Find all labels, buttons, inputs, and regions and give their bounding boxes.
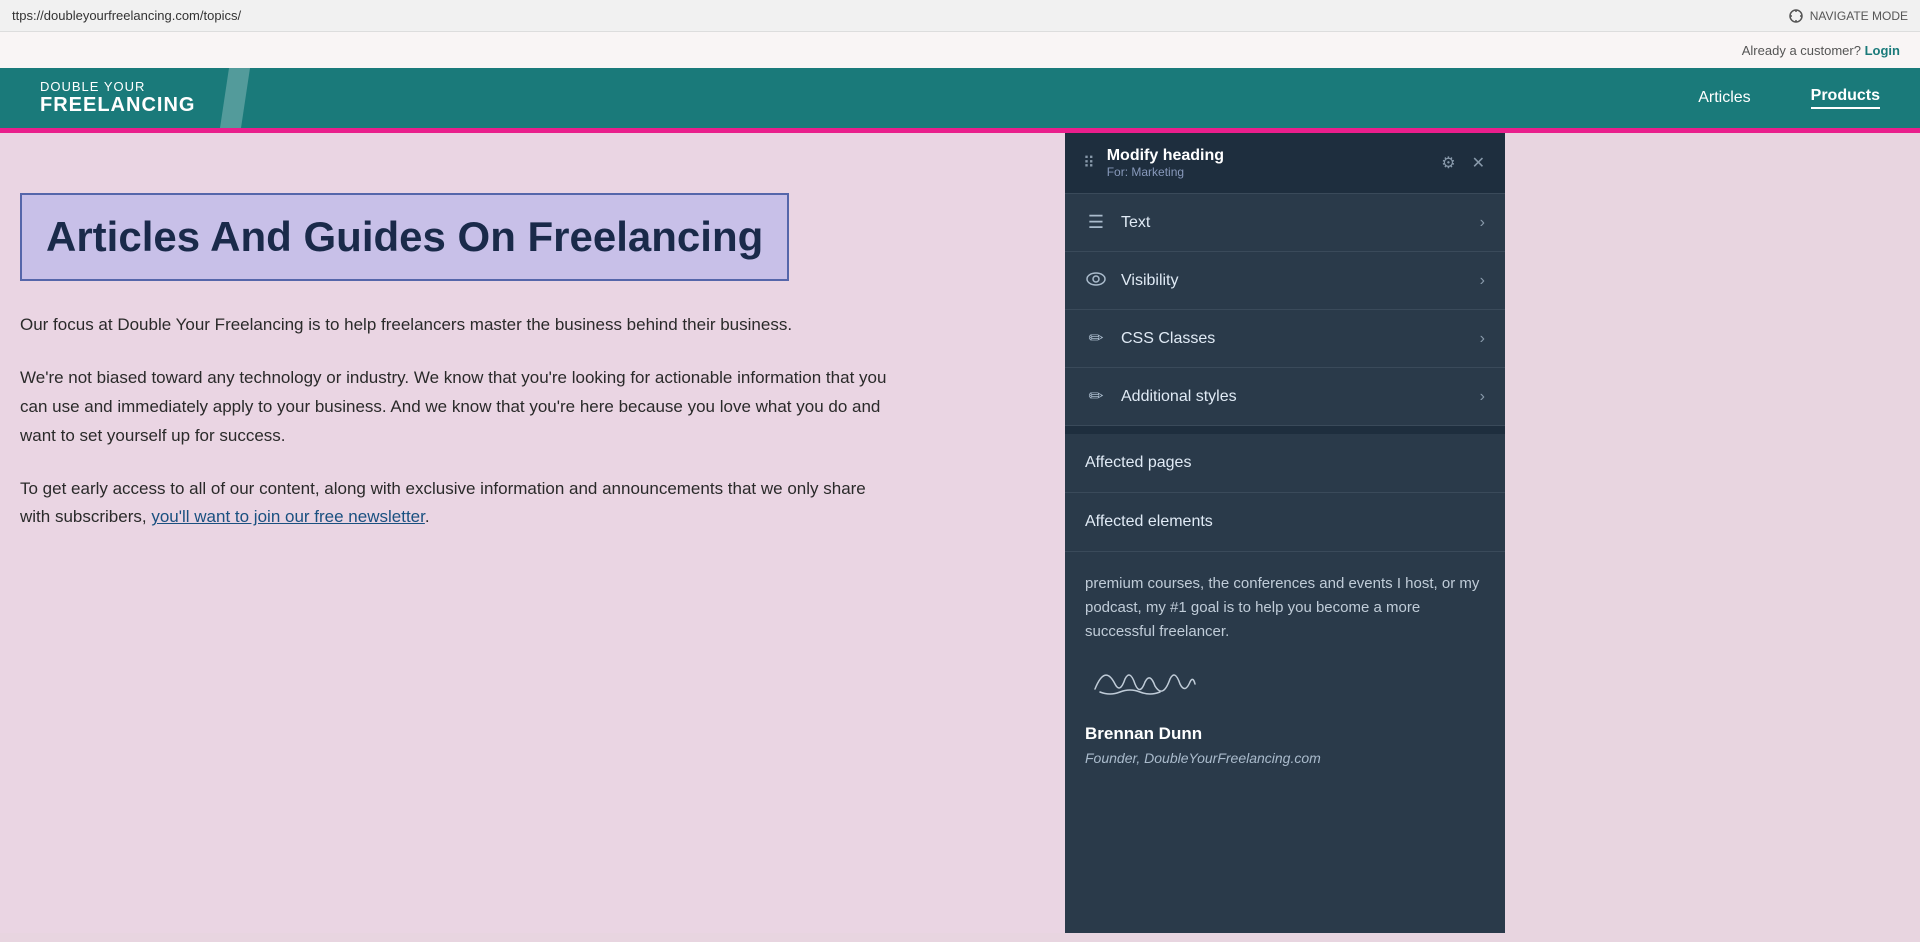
site-logo[interactable]: DOUBLE YOUR FREELANCING	[40, 79, 195, 117]
site-navigation: Articles Products	[1698, 87, 1880, 109]
content-para-1: Our focus at Double Your Freelancing is …	[20, 311, 890, 340]
customer-bar-text: Already a customer?	[1742, 43, 1861, 58]
panel-header: ⠿ Modify heading For: Marketing ⚙ ✕	[1065, 133, 1505, 194]
nav-articles[interactable]: Articles	[1698, 89, 1750, 107]
navigate-mode-label: NAVIGATE MODE	[1810, 9, 1908, 23]
menu-item-additional-styles[interactable]: ✏ Additional styles ›	[1065, 368, 1505, 426]
panel-title-group: Modify heading For: Marketing	[1107, 147, 1428, 179]
css-classes-menu-label: CSS Classes	[1121, 330, 1215, 348]
login-link[interactable]: Login	[1865, 43, 1900, 58]
additional-styles-menu-label: Additional styles	[1121, 388, 1237, 406]
panel-lower-text: premium courses, the conferences and eve…	[1085, 572, 1485, 644]
content-para-3: To get early access to all of our conten…	[20, 475, 890, 533]
panel-title: Modify heading	[1107, 147, 1428, 165]
affected-elements-label: Affected elements	[1085, 513, 1213, 531]
affected-pages-item[interactable]: Affected pages	[1065, 434, 1505, 493]
menu-item-text[interactable]: ☰ Text ›	[1065, 194, 1505, 252]
affected-elements-item[interactable]: Affected elements	[1065, 493, 1505, 552]
panel-lower-content: premium courses, the conferences and eve…	[1065, 552, 1505, 790]
nav-products[interactable]: Products	[1811, 87, 1880, 109]
text-menu-icon: ☰	[1085, 212, 1107, 233]
text-menu-label: Text	[1121, 214, 1150, 232]
menu-item-css-classes[interactable]: ✏ CSS Classes ›	[1065, 310, 1505, 368]
css-classes-menu-icon: ✏	[1085, 328, 1107, 349]
url-display: ttps://doubleyourfreelancing.com/topics/	[12, 8, 241, 23]
additional-styles-menu-arrow: ›	[1480, 388, 1485, 406]
additional-styles-menu-icon: ✏	[1085, 386, 1107, 407]
panel-divider	[1065, 426, 1505, 434]
content-para-3-after: .	[425, 507, 430, 526]
content-para-3-before: To get early access to all of our conten…	[20, 479, 866, 527]
signature-image	[1085, 654, 1205, 704]
visibility-menu-arrow: ›	[1480, 272, 1485, 290]
panel-subtitle: For: Marketing	[1107, 165, 1428, 179]
modify-heading-panel: ⠿ Modify heading For: Marketing ⚙ ✕ ☰ Te…	[1065, 133, 1505, 933]
logo-top-line: DOUBLE YOUR	[40, 79, 195, 94]
affected-pages-label: Affected pages	[1085, 454, 1191, 472]
menu-item-visibility[interactable]: Visibility ›	[1065, 252, 1505, 310]
page-heading: Articles And Guides On Freelancing	[20, 193, 789, 281]
visibility-menu-icon	[1085, 270, 1107, 291]
content-para-2: We're not biased toward any technology o…	[20, 364, 890, 451]
logo-bottom-line: FREELANCING	[40, 94, 195, 117]
navigate-mode-button[interactable]: NAVIGATE MODE	[1788, 8, 1908, 24]
site-header: DOUBLE YOUR FREELANCING Articles Product…	[0, 68, 1920, 128]
newsletter-link[interactable]: you'll want to join our free newsletter	[151, 507, 425, 526]
panel-settings-button[interactable]: ⚙	[1439, 151, 1457, 175]
content-text: Our focus at Double Your Freelancing is …	[20, 311, 890, 532]
browser-bar: ttps://doubleyourfreelancing.com/topics/…	[0, 0, 1920, 32]
author-title: Founder, DoubleYourFreelancing.com	[1085, 747, 1485, 769]
panel-drag-handle[interactable]: ⠿	[1083, 153, 1095, 173]
css-classes-menu-arrow: ›	[1480, 330, 1485, 348]
content-area: Articles And Guides On Freelancing Our f…	[0, 133, 1065, 933]
text-menu-arrow: ›	[1480, 214, 1485, 232]
author-name: Brennan Dunn	[1085, 720, 1485, 747]
main-layout: Articles And Guides On Freelancing Our f…	[0, 133, 1920, 933]
customer-bar: Already a customer? Login	[0, 32, 1920, 68]
visibility-menu-label: Visibility	[1121, 272, 1179, 290]
panel-close-button[interactable]: ✕	[1470, 151, 1487, 175]
panel-header-actions: ⚙ ✕	[1439, 151, 1487, 175]
logo-slash-decoration	[220, 68, 250, 128]
